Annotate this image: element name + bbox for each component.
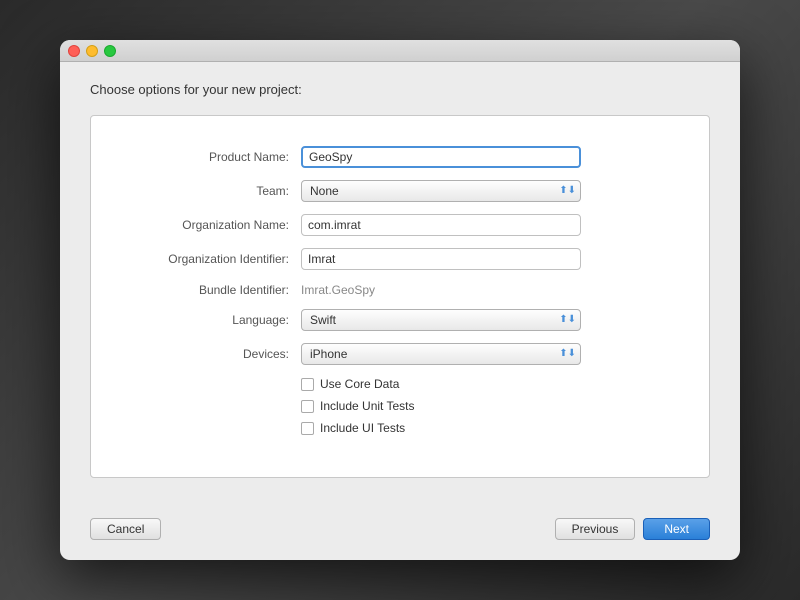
product-name-input[interactable]	[301, 146, 581, 168]
maximize-button[interactable]	[104, 45, 116, 57]
bundle-id-value: Imrat.GeoSpy	[301, 283, 375, 297]
team-row: Team: None Add an Account... ⬆⬇	[111, 180, 689, 202]
include-ui-tests-row: Include UI Tests	[301, 421, 689, 435]
org-name-label: Organization Name:	[111, 218, 301, 232]
close-button[interactable]	[68, 45, 80, 57]
footer-right-buttons: Previous Next	[555, 518, 710, 540]
org-identifier-input[interactable]	[301, 248, 581, 270]
dialog-title: Choose options for your new project:	[90, 82, 710, 97]
team-select[interactable]: None Add an Account...	[301, 180, 581, 202]
team-select-wrapper: None Add an Account... ⬆⬇	[301, 180, 581, 202]
bundle-id-label: Bundle Identifier:	[111, 283, 301, 297]
form-panel: Product Name: Team: None Add an Account.…	[90, 115, 710, 478]
bundle-id-control: Imrat.GeoSpy	[301, 282, 689, 297]
product-name-label: Product Name:	[111, 150, 301, 164]
org-identifier-control	[301, 248, 689, 270]
include-unit-tests-label: Include Unit Tests	[320, 399, 415, 413]
dialog-titlebar	[60, 40, 740, 62]
checkboxes-control: Use Core Data Include Unit Tests Include…	[301, 377, 689, 435]
team-label: Team:	[111, 184, 301, 198]
titlebar-controls	[68, 45, 116, 57]
minimize-button[interactable]	[86, 45, 98, 57]
language-row: Language: Swift Objective-C ⬆⬇	[111, 309, 689, 331]
next-button[interactable]: Next	[643, 518, 710, 540]
language-control: Swift Objective-C ⬆⬇	[301, 309, 689, 331]
product-name-control	[301, 146, 689, 168]
include-ui-tests-label: Include UI Tests	[320, 421, 405, 435]
org-name-control	[301, 214, 689, 236]
language-select-wrapper: Swift Objective-C ⬆⬇	[301, 309, 581, 331]
checkboxes-row: Use Core Data Include Unit Tests Include…	[111, 377, 689, 435]
language-select[interactable]: Swift Objective-C	[301, 309, 581, 331]
devices-control: iPhone iPad Universal ⬆⬇	[301, 343, 689, 365]
include-unit-tests-checkbox[interactable]	[301, 400, 314, 413]
previous-button[interactable]: Previous	[555, 518, 636, 540]
devices-select-wrapper: iPhone iPad Universal ⬆⬇	[301, 343, 581, 365]
cancel-button[interactable]: Cancel	[90, 518, 161, 540]
checkboxes-group: Use Core Data Include Unit Tests Include…	[301, 377, 689, 435]
bundle-id-row: Bundle Identifier: Imrat.GeoSpy	[111, 282, 689, 297]
org-identifier-row: Organization Identifier:	[111, 248, 689, 270]
dialog-footer: Cancel Previous Next	[60, 518, 740, 560]
devices-select[interactable]: iPhone iPad Universal	[301, 343, 581, 365]
use-core-data-row: Use Core Data	[301, 377, 689, 391]
org-identifier-label: Organization Identifier:	[111, 252, 301, 266]
devices-label: Devices:	[111, 347, 301, 361]
new-project-dialog: Choose options for your new project: Pro…	[60, 40, 740, 560]
dialog-body: Choose options for your new project: Pro…	[60, 62, 740, 518]
org-name-row: Organization Name:	[111, 214, 689, 236]
use-core-data-label: Use Core Data	[320, 377, 399, 391]
product-name-row: Product Name:	[111, 146, 689, 168]
include-ui-tests-checkbox[interactable]	[301, 422, 314, 435]
team-control: None Add an Account... ⬆⬇	[301, 180, 689, 202]
org-name-input[interactable]	[301, 214, 581, 236]
include-unit-tests-row: Include Unit Tests	[301, 399, 689, 413]
use-core-data-checkbox[interactable]	[301, 378, 314, 391]
language-label: Language:	[111, 313, 301, 327]
devices-row: Devices: iPhone iPad Universal ⬆⬇	[111, 343, 689, 365]
